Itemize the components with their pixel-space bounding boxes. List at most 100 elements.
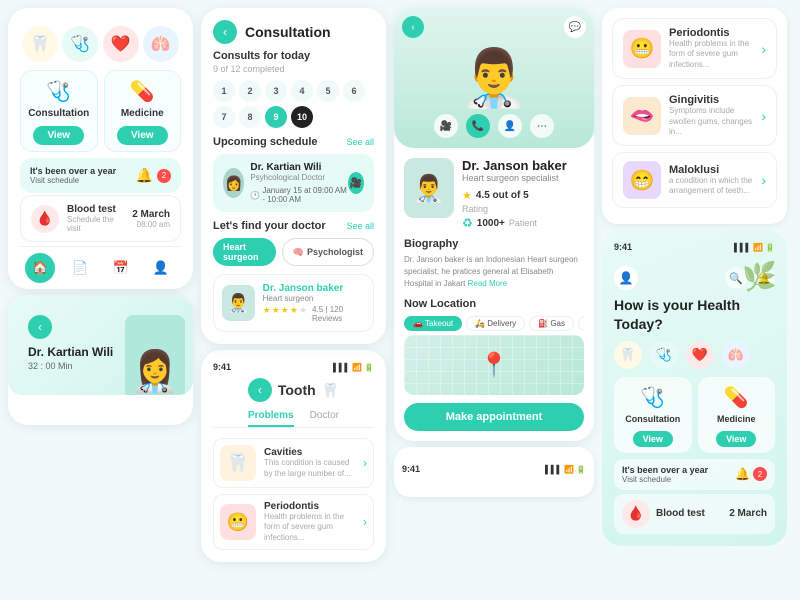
periodontis-lg-image: 😬 [623, 30, 661, 68]
delivery-chip[interactable]: 🛵 Delivery [466, 316, 525, 331]
maloklusi-desc: a condition in which the arrangement of … [669, 176, 753, 197]
medicine-icon: 💊 [111, 79, 175, 104]
schedule-card[interactable]: 👩 Dr. Kartian Wili Psyhcological Doctor … [213, 154, 374, 212]
gingivitis-card[interactable]: 🫦 Gingivitis Symptoms include swollen gu… [612, 85, 777, 146]
promo-back-button[interactable]: ‹ [28, 315, 52, 339]
gas-chip[interactable]: ⛽ Gas [529, 316, 574, 331]
num-2[interactable]: 2 [239, 80, 261, 102]
upcoming-see-all[interactable]: See all [346, 137, 374, 147]
num-7[interactable]: 7 [213, 106, 235, 128]
psychologist-filter[interactable]: 🧠 Psychologist [282, 238, 374, 266]
health-blood-icon: 🩸 [622, 500, 650, 528]
health-consult-label: Consultation [620, 414, 686, 424]
docs-nav-button[interactable]: 📄 [65, 253, 95, 283]
gingivitis-desc: Symptoms include swollen gums, changes i… [669, 106, 753, 137]
health-blood-title: Blood test [656, 508, 723, 519]
health-status-time: 9:41 [614, 242, 632, 252]
tooth-header: ‹ Tooth 🦷 [213, 378, 374, 402]
health-phone-header: 9:41 ▌▌▌ 📶 🔋 [614, 242, 775, 258]
takeout-chip[interactable]: 🚗 Takeout [404, 316, 462, 331]
health-heart-icon[interactable]: ❤️ [686, 341, 714, 369]
bio-title: Biography [404, 238, 584, 250]
consultation-view-button[interactable]: View [33, 126, 84, 145]
periodontis-item[interactable]: 😬 Periodontis Health problems in the for… [213, 494, 374, 550]
health-greeting: How is your Health Today? [614, 296, 775, 332]
calendar-nav-button[interactable]: 📅 [106, 253, 136, 283]
patient-row: ♻ 1000+ Patient [462, 216, 567, 230]
periodontis-image: 😬 [220, 504, 256, 540]
blood-test-title: Blood test [67, 204, 124, 215]
num-3[interactable]: 3 [265, 80, 287, 102]
medicine-view-button[interactable]: View [117, 126, 168, 145]
health-stethoscope-icon[interactable]: 🩺 [650, 341, 678, 369]
bottom-nav: 🏠 📄 📅 👤 [20, 246, 181, 283]
read-more-link[interactable]: Read More [468, 279, 508, 288]
star-5: ★ [299, 305, 307, 323]
location-label: Now Location [404, 298, 476, 310]
problems-tab[interactable]: Problems [248, 410, 294, 427]
find-doctor-see-all[interactable]: See all [346, 221, 374, 231]
cavities-arrow-icon: › [363, 456, 367, 470]
groceries-chip[interactable]: 🛒 Groceries [578, 316, 584, 331]
cavities-name: Cavities [264, 447, 355, 458]
profile-chat-button[interactable]: 💬 [564, 16, 586, 38]
phone-action-icon[interactable]: 📞 [466, 114, 490, 138]
small-wifi-icon: 📶 [564, 465, 574, 474]
profile-doctor-specialty: Heart surgeon specialist [462, 173, 567, 183]
blood-test-time: 08:00 am [132, 220, 170, 229]
small-status-phone: 9:41 ▌▌▌ 📶 🔋 [394, 447, 594, 497]
health-tooth-icon[interactable]: 🦷 [614, 341, 642, 369]
video-call-icon[interactable]: 🎥 [348, 172, 364, 194]
promo-doctor-avatar: 👩‍⚕️ [125, 315, 185, 395]
consults-completed: 9 of 12 completed [213, 64, 374, 74]
doctor-tab[interactable]: Doctor [310, 410, 339, 427]
profile-back-button[interactable]: ‹ [402, 16, 424, 38]
num-4[interactable]: 4 [291, 80, 313, 102]
periodontis-card[interactable]: 😬 Periodontis Health problems in the for… [612, 18, 777, 79]
tooth-title: Tooth [278, 382, 316, 398]
star-3: ★ [281, 305, 289, 323]
home-nav-button[interactable]: 🏠 [25, 253, 55, 283]
heart-icon[interactable]: ❤️ [103, 26, 139, 62]
consultation-label: Consultation [27, 108, 91, 119]
stethoscope-icon[interactable]: 🩺 [62, 26, 98, 62]
tooth-back-button[interactable]: ‹ [248, 378, 272, 402]
consultation-back-button[interactable]: ‹ [213, 20, 237, 44]
service-grid: 🩺 Consultation View 💊 Medicine View [20, 70, 181, 152]
tooth-icon[interactable]: 🦷 [22, 26, 58, 62]
health-status-icons: ▌▌▌ 📶 🔋 [734, 243, 775, 252]
health-phone: 9:41 ▌▌▌ 📶 🔋 👤 🔍 🔔 How is your Health To… [602, 230, 787, 545]
h-signal-icon: ▌▌▌ [734, 243, 751, 252]
make-appointment-button[interactable]: Make appointment [404, 403, 584, 431]
small-signal-icon: ▌▌▌ [545, 465, 562, 474]
health-consult-view-button[interactable]: View [633, 431, 673, 447]
maloklusi-card[interactable]: 😁 Maloklusi a condition in which the arr… [612, 152, 777, 208]
blood-test-card[interactable]: 🩸 Blood test Schedule the visit 2 March … [20, 195, 181, 242]
num-10[interactable]: 10 [291, 106, 313, 128]
health-consultation-card: 🩺 Consultation View [614, 377, 692, 453]
lungs-icon[interactable]: 🫁 [143, 26, 179, 62]
health-blood-test-card[interactable]: 🩸 Blood test 2 March [614, 494, 775, 534]
heart-surgeon-filter[interactable]: Heart surgeon [213, 238, 276, 266]
num-6[interactable]: 6 [343, 80, 365, 102]
video-action-icon[interactable]: 🎥 [434, 114, 458, 138]
cavities-item[interactable]: 🦷 Cavities This condition is caused by t… [213, 438, 374, 488]
person-action-icon[interactable]: 👤 [498, 114, 522, 138]
doctor-result-avatar: 👨‍⚕️ [222, 285, 255, 321]
more-action-icon[interactable]: ⋯ [530, 114, 554, 138]
num-1[interactable]: 1 [213, 80, 235, 102]
num-9[interactable]: 9 [265, 106, 287, 128]
doctor-large-avatar: 👨‍⚕️ [404, 158, 454, 218]
map-placeholder: 📍 [404, 335, 584, 395]
maloklusi-text: Maloklusi a condition in which the arran… [669, 164, 753, 197]
health-medicine-view-button[interactable]: View [716, 431, 756, 447]
periodontis-lg-name: Periodontis [669, 27, 753, 39]
star-2: ★ [272, 305, 280, 323]
num-8[interactable]: 8 [239, 106, 261, 128]
num-5[interactable]: 5 [317, 80, 339, 102]
doctor-result-name: Dr. Janson baker [263, 283, 365, 294]
health-bell-deco: 🔔 [735, 467, 750, 481]
doctor-result-card[interactable]: 👨‍⚕️ Dr. Janson baker Heart surgeon ★ ★ … [213, 274, 374, 332]
profile-nav-button[interactable]: 👤 [146, 253, 176, 283]
health-lungs-icon[interactable]: 🫁 [722, 341, 750, 369]
